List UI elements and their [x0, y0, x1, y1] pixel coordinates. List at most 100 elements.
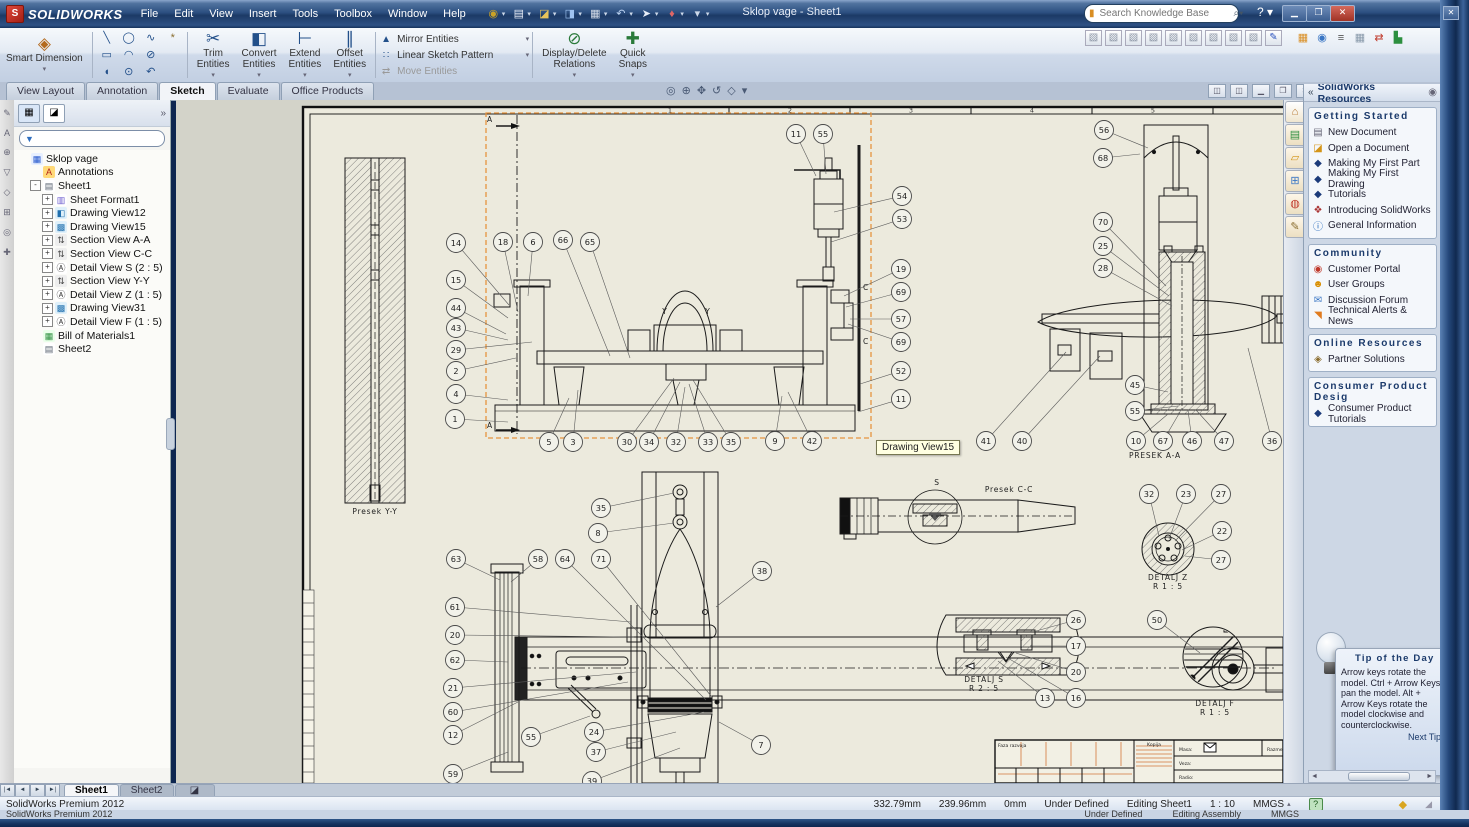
- print-icon[interactable]: ▦▾: [586, 6, 610, 23]
- sketch-entity-icon[interactable]: ⊘: [140, 47, 162, 64]
- balloon-42[interactable]: 42: [803, 432, 822, 451]
- scroll-left-icon[interactable]: ◄: [1309, 773, 1320, 780]
- custom-properties-tab[interactable]: ✎: [1285, 216, 1304, 238]
- tab-view-layout[interactable]: View Layout: [6, 82, 85, 100]
- balloon-66[interactable]: 66: [554, 231, 573, 250]
- view-presek-y-y[interactable]: [345, 158, 405, 503]
- balloon-55[interactable]: 55: [814, 125, 833, 144]
- tree-expander[interactable]: +: [42, 235, 53, 246]
- balloon-33[interactable]: 33: [699, 433, 718, 452]
- tree-item-section-view-a-a[interactable]: +⇅Section View A-A: [16, 234, 170, 248]
- tab-office-products[interactable]: Office Products: [281, 82, 375, 100]
- tools-icon[interactable]: ▦: [1352, 31, 1368, 46]
- solidworks-resources-tab[interactable]: ⌂: [1285, 101, 1304, 123]
- balloon-45[interactable]: 45: [1126, 376, 1145, 395]
- link-general-information[interactable]: ⓘGeneral Information: [1312, 218, 1433, 234]
- balloon-69[interactable]: 69: [892, 283, 911, 302]
- tools-icon[interactable]: ▦: [1295, 31, 1311, 46]
- balloon-62[interactable]: 62: [446, 651, 465, 670]
- menu-view[interactable]: View: [201, 6, 241, 22]
- tree-item-annotations[interactable]: AAnnotations: [16, 166, 170, 180]
- balloon-63[interactable]: 63: [447, 550, 466, 569]
- menu-file[interactable]: File: [133, 6, 167, 22]
- undo-icon[interactable]: ↶▾: [611, 6, 635, 23]
- appearances-tab[interactable]: ◍: [1285, 193, 1304, 215]
- balloon-58[interactable]: 58: [529, 550, 548, 569]
- menu-window[interactable]: Window: [380, 6, 435, 22]
- close-button[interactable]: ✕: [1330, 5, 1355, 22]
- quick-snaps-button[interactable]: ✚QuickSnaps▾: [613, 28, 653, 82]
- view-orientation-icon[interactable]: ▧: [1245, 30, 1262, 46]
- balloon-32[interactable]: 32: [667, 433, 686, 452]
- attach-device-icon[interactable]: ♦▾: [662, 6, 686, 23]
- spotlight-icon[interactable]: ◉▾: [484, 6, 508, 23]
- balloon-35[interactable]: 35: [722, 433, 741, 452]
- balloon-36[interactable]: 36: [1263, 432, 1282, 451]
- tree-item-drawing-view12[interactable]: +◧Drawing View12: [16, 206, 170, 220]
- tree-item-section-view-c-c[interactable]: +⇅Section View C-C: [16, 247, 170, 261]
- offset-entities-button[interactable]: ∥OffsetEntities▾: [327, 28, 372, 82]
- annotation-tool-icon[interactable]: ✎: [3, 108, 11, 119]
- tree-expander[interactable]: +: [42, 289, 53, 300]
- doc-next-icon[interactable]: ◫: [1230, 84, 1248, 98]
- tree-item-section-view-y-y[interactable]: +⇅Section View Y-Y: [16, 274, 170, 288]
- balloon-41[interactable]: 41: [977, 432, 996, 451]
- balloon-64[interactable]: 64: [556, 550, 575, 569]
- feature-manager-tab[interactable]: ▦: [18, 104, 40, 123]
- tools-icon[interactable]: ≡: [1333, 31, 1349, 46]
- balloon-11[interactable]: 11: [787, 125, 806, 144]
- view-palette-tab[interactable]: ⊞: [1285, 170, 1304, 192]
- tools-icon[interactable]: ◉: [1314, 31, 1330, 46]
- tree-item-bill-of-materials1[interactable]: ▦Bill of Materials1: [16, 329, 170, 343]
- filter-input[interactable]: [37, 132, 173, 145]
- balloon-69[interactable]: 69: [892, 333, 911, 352]
- zoom-fit-icon[interactable]: ◎: [666, 84, 676, 97]
- balloon-43[interactable]: 43: [447, 319, 466, 338]
- doc-minimize-button[interactable]: ▁: [1252, 84, 1270, 98]
- balloon-19[interactable]: 19: [892, 260, 911, 279]
- convert-entities-button[interactable]: ◧ConvertEntities▾: [236, 28, 283, 82]
- menu-edit[interactable]: Edit: [166, 6, 201, 22]
- mirror-entities-button[interactable]: ▲Mirror Entities▾: [379, 32, 529, 47]
- view-orientation-icon[interactable]: ▧: [1145, 30, 1162, 46]
- tools-icon[interactable]: ▙: [1390, 31, 1406, 46]
- view-orientation-icon[interactable]: ▧: [1105, 30, 1122, 46]
- balloon-29[interactable]: 29: [447, 341, 466, 360]
- balloon-71[interactable]: 71: [592, 550, 611, 569]
- tree-expander[interactable]: +: [42, 276, 53, 287]
- collapse-icon[interactable]: «: [1308, 87, 1314, 98]
- balloon-35[interactable]: 35: [592, 499, 611, 518]
- display-delete-relations-button[interactable]: ⊘Display/DeleteRelations▾: [536, 28, 612, 82]
- display-style-icon[interactable]: ◇: [727, 84, 735, 97]
- tree-item-sheet2[interactable]: ▤Sheet2: [16, 342, 170, 356]
- design-library-tab[interactable]: ▤: [1285, 124, 1304, 146]
- tree-expander[interactable]: +: [42, 303, 53, 314]
- annotation-tool-icon[interactable]: ◎: [3, 227, 11, 238]
- extend-entities-button[interactable]: ⊢ExtendEntities▾: [283, 28, 328, 82]
- resize-grip[interactable]: ◢: [1425, 799, 1432, 810]
- balloon-17[interactable]: 17: [1067, 637, 1086, 656]
- balloon-22[interactable]: 22: [1213, 522, 1232, 541]
- graphics-area[interactable]: 12345: [176, 100, 1283, 783]
- zoom-area-icon[interactable]: ⊕: [682, 84, 691, 97]
- tree-item-drawing-view31[interactable]: +▩Drawing View31: [16, 302, 170, 316]
- annotation-tool-icon[interactable]: ⊕: [3, 147, 11, 158]
- balloon-10[interactable]: 10: [1127, 432, 1146, 451]
- balloon-23[interactable]: 23: [1177, 485, 1196, 504]
- balloon-18[interactable]: 18: [494, 233, 513, 252]
- balloon-55[interactable]: 55: [1126, 402, 1145, 421]
- sketch-entity-icon[interactable]: ◠: [118, 47, 140, 64]
- balloon-21[interactable]: 21: [444, 679, 463, 698]
- scroll-thumb[interactable]: [1348, 772, 1410, 781]
- annotation-tool-icon[interactable]: ▽: [4, 167, 11, 178]
- balloon-3[interactable]: 3: [564, 433, 583, 452]
- balloon-16[interactable]: 16: [1067, 689, 1086, 708]
- linear-sketch-pattern-button[interactable]: ∷Linear Sketch Pattern▾: [379, 48, 529, 63]
- balloon-27[interactable]: 27: [1212, 551, 1231, 570]
- balloon-20[interactable]: 20: [1067, 663, 1086, 682]
- link-new-document[interactable]: ▤New Document: [1312, 125, 1433, 141]
- sketch-entity-icon[interactable]: ▭: [96, 47, 118, 64]
- minimize-button[interactable]: ▁: [1282, 5, 1307, 22]
- annotation-tool-icon[interactable]: ◇: [4, 187, 11, 198]
- balloon-65[interactable]: 65: [581, 233, 600, 252]
